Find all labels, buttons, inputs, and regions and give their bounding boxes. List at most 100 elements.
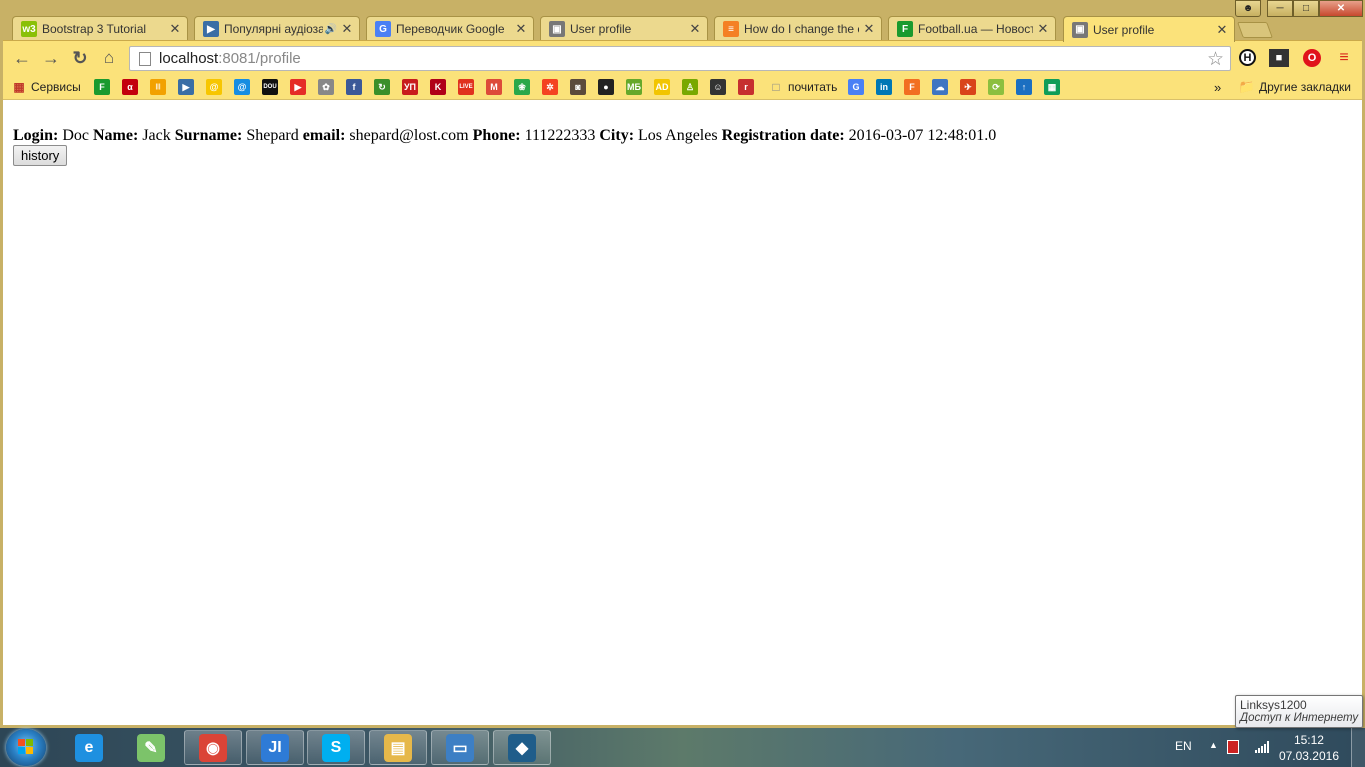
tab-title: User profile bbox=[570, 22, 632, 36]
r-bookmark-icon: r bbox=[738, 79, 754, 95]
close-window-button[interactable]: ✕ bbox=[1319, 0, 1363, 17]
chrome-icon: ◉ bbox=[199, 733, 227, 762]
f-orange-bookmark[interactable]: F bbox=[904, 79, 920, 95]
show-desktop-button[interactable] bbox=[1351, 728, 1365, 767]
mail-yellow-bookmark[interactable]: @ bbox=[206, 79, 222, 95]
sheets-bookmark[interactable]: ▦ bbox=[1044, 79, 1060, 95]
tab-4[interactable]: ▣ User profile ✕ bbox=[540, 16, 708, 41]
last-fm-bookmark[interactable]: α bbox=[122, 79, 138, 95]
tab-1[interactable]: w3 Bootstrap 3 Tutorial ✕ bbox=[12, 16, 188, 41]
football-ua-bookmark[interactable]: F bbox=[94, 79, 110, 95]
joomla-bookmark[interactable]: ✲ bbox=[542, 79, 558, 95]
linkedin-bookmark[interactable]: in bbox=[876, 79, 892, 95]
tab-3[interactable]: G Переводчик Google ✕ bbox=[366, 16, 534, 41]
gmail-bookmark[interactable]: M bbox=[486, 79, 502, 95]
live-bookmark[interactable]: LIVE bbox=[458, 79, 474, 95]
notifications-extension-icon[interactable]: ■ bbox=[1269, 49, 1289, 67]
tab-close-icon[interactable]: ✕ bbox=[169, 21, 181, 37]
notepad-taskbar-button[interactable]: ✎ bbox=[122, 730, 180, 765]
other-bookmarks-folder[interactable]: 📁 Другие закладки bbox=[1239, 79, 1351, 95]
chrome-taskbar-button[interactable]: ◉ bbox=[184, 730, 242, 765]
show-hidden-icons-icon[interactable]: ▲ bbox=[1209, 740, 1218, 750]
person-bookmark[interactable]: ♙ bbox=[682, 79, 698, 95]
plane-bookmark[interactable]: ✈ bbox=[960, 79, 976, 95]
w3schools-icon: w3 bbox=[21, 21, 37, 37]
dou-bookmark-icon: DOU bbox=[262, 79, 278, 95]
mb-bookmark[interactable]: МБ bbox=[626, 79, 642, 95]
instagram-bookmark[interactable]: ◙ bbox=[570, 79, 586, 95]
clock[interactable]: 15:12 07.03.2016 bbox=[1279, 732, 1339, 764]
r-bookmark[interactable]: r bbox=[738, 79, 754, 95]
network-signal-icon[interactable] bbox=[1255, 741, 1269, 753]
minimize-button[interactable]: ─ bbox=[1267, 0, 1293, 17]
address-bar[interactable]: localhost:8081/profile ☆ bbox=[129, 46, 1231, 71]
translate-bookmark[interactable]: G bbox=[848, 79, 864, 95]
cloud-bookmark[interactable]: ☁ bbox=[932, 79, 948, 95]
menu-icon[interactable]: ≡ bbox=[1335, 49, 1353, 67]
ad-bookmark[interactable]: AD bbox=[654, 79, 670, 95]
github-bookmark[interactable]: ● bbox=[598, 79, 614, 95]
clock-time: 15:12 bbox=[1293, 733, 1324, 747]
film-reel-bookmark[interactable]: ✿ bbox=[318, 79, 334, 95]
refresh-green-bookmark[interactable]: ↻ bbox=[374, 79, 390, 95]
hola-extension-icon[interactable]: H bbox=[1239, 49, 1256, 66]
tab-close-icon[interactable]: ✕ bbox=[863, 21, 875, 37]
more-bookmarks-chevron-icon[interactable]: » bbox=[1214, 79, 1221, 95]
language-indicator[interactable]: EN bbox=[1175, 739, 1192, 753]
yii-bookmark[interactable]: УП bbox=[402, 79, 418, 95]
arrow-up-bookmark[interactable]: ↑ bbox=[1016, 79, 1032, 95]
internet-explorer-taskbar-button[interactable]: e bbox=[60, 730, 118, 765]
apps-bookmark[interactable]: ▦ Сервисы bbox=[11, 79, 80, 95]
explorer-taskbar-button[interactable]: ▤ bbox=[369, 730, 427, 765]
page-icon bbox=[139, 51, 151, 66]
phone-value: 111222333 bbox=[524, 127, 596, 144]
history-button[interactable]: history bbox=[13, 145, 68, 166]
forward-arrow-icon[interactable]: → bbox=[41, 48, 61, 68]
tab-close-icon[interactable]: ✕ bbox=[515, 21, 527, 37]
paw-bookmark[interactable]: ❀ bbox=[514, 79, 530, 95]
linkedin-bookmark-icon: in bbox=[876, 79, 892, 95]
tab-6[interactable]: F Football.ua — Новост ✕ bbox=[888, 16, 1056, 41]
reload-icon[interactable]: ↻ bbox=[70, 48, 90, 68]
tab-close-icon[interactable]: ✕ bbox=[1037, 21, 1049, 37]
intellij-taskbar-button[interactable]: JI bbox=[246, 730, 304, 765]
mail-ru-bookmark[interactable]: @ bbox=[234, 79, 250, 95]
tab-close-icon[interactable]: ✕ bbox=[1216, 22, 1228, 38]
tab-close-icon[interactable]: ✕ bbox=[341, 21, 353, 37]
bookmark-star-icon[interactable]: ☆ bbox=[1207, 48, 1224, 71]
maximize-button[interactable]: □ bbox=[1293, 0, 1319, 17]
skype-icon: S bbox=[322, 733, 350, 762]
k-bookmark[interactable]: K bbox=[430, 79, 446, 95]
facebook-bookmark[interactable]: f bbox=[346, 79, 362, 95]
tab-5[interactable]: ≡ How do I change the c ✕ bbox=[714, 16, 882, 41]
back-arrow-icon[interactable]: ← bbox=[12, 48, 32, 68]
home-icon[interactable]: ⌂ bbox=[99, 48, 119, 68]
start-button[interactable] bbox=[6, 729, 46, 766]
read-label: почитать bbox=[788, 80, 838, 94]
barcode-bookmark-icon: ||| bbox=[150, 79, 166, 95]
mysql-workbench-taskbar-button[interactable]: ◆ bbox=[493, 730, 551, 765]
action-center-flag-icon[interactable] bbox=[1227, 740, 1239, 754]
network-tooltip: Linksys1200 Доступ к Интернету bbox=[1235, 695, 1363, 728]
avatar-bookmark[interactable]: ☺ bbox=[710, 79, 726, 95]
tab-close-icon[interactable]: ✕ bbox=[689, 21, 701, 37]
address-host: localhost bbox=[159, 50, 219, 67]
opera-extension-icon[interactable]: O bbox=[1303, 49, 1321, 67]
tab-7[interactable]: ▣ User profile ✕ bbox=[1063, 16, 1235, 42]
skype-taskbar-button[interactable]: S bbox=[307, 730, 365, 765]
new-tab-button[interactable] bbox=[1237, 22, 1273, 38]
barcode-bookmark[interactable]: ||| bbox=[150, 79, 166, 95]
page-viewport: Login: Doc Name: Jack Surname: Shepard e… bbox=[3, 100, 1362, 725]
user-icon[interactable]: ☻ bbox=[1235, 0, 1261, 17]
email-label: email: bbox=[302, 127, 346, 144]
clock-date: 07.03.2016 bbox=[1278, 749, 1339, 763]
registration-date-label: Registration date: bbox=[721, 127, 845, 144]
play-bookmark[interactable]: ▶ bbox=[178, 79, 194, 95]
tab-title: Популярні аудіозапис bbox=[224, 22, 323, 36]
sync-bookmark[interactable]: ⟳ bbox=[988, 79, 1004, 95]
dou-bookmark[interactable]: DOU bbox=[262, 79, 278, 95]
youtube-bookmark[interactable]: ▶ bbox=[290, 79, 306, 95]
tab-2[interactable]: ▶ Популярні аудіозапис🔊 ✕ bbox=[194, 16, 360, 41]
read-bookmark[interactable]: □ почитать bbox=[768, 79, 837, 95]
image-viewer-taskbar-button[interactable]: ▭ bbox=[431, 730, 489, 765]
